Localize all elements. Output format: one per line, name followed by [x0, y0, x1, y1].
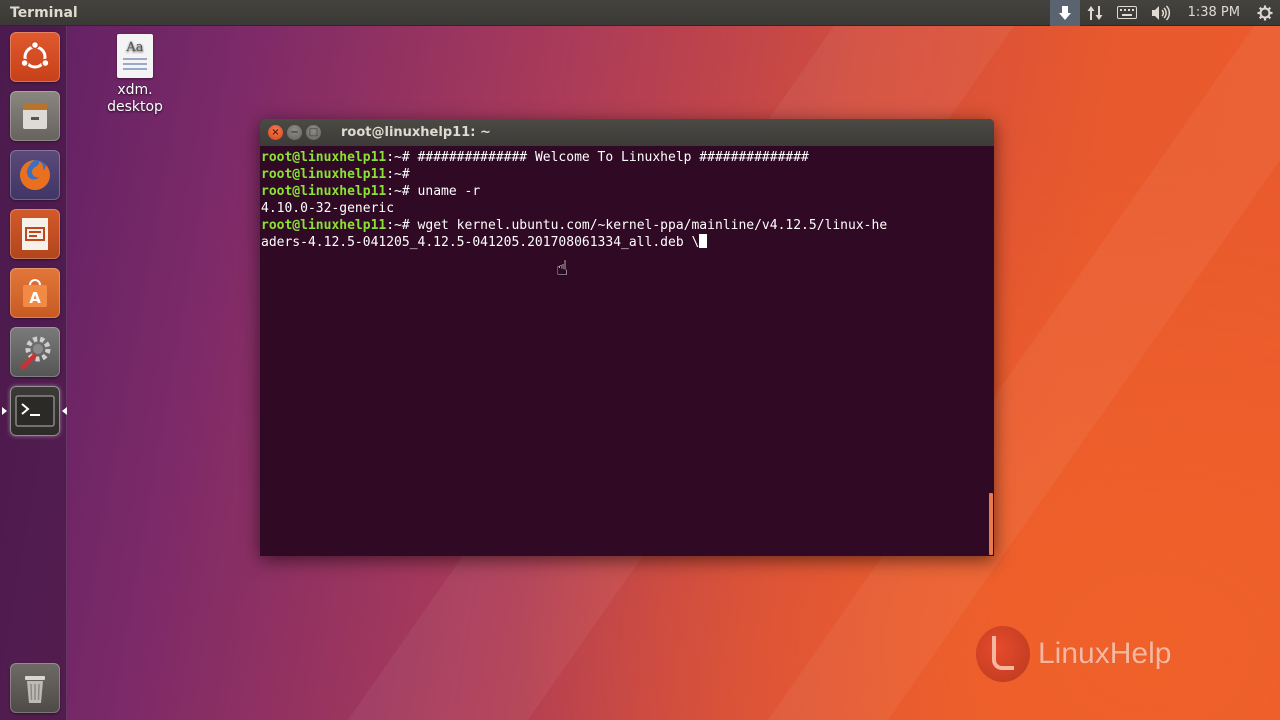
clock[interactable]: 1:38 PM: [1178, 0, 1250, 26]
launcher-focused-indicator: [62, 407, 67, 415]
terminal-window: × − □ root@linuxhelp11: ~ root@linuxhelp…: [260, 119, 994, 556]
launcher-trash[interactable]: [10, 663, 60, 713]
presentation-icon: [22, 218, 48, 250]
top-panel: Terminal 1:38 PM: [0, 0, 1280, 26]
launcher: A: [0, 26, 67, 720]
software-bag-icon: A: [23, 279, 47, 307]
file-cabinet-icon: [23, 103, 47, 129]
launcher-firefox[interactable]: [10, 150, 60, 200]
terminal-titlebar[interactable]: × − □ root@linuxhelp11: ~: [260, 119, 994, 146]
text-cursor: [699, 234, 708, 248]
launcher-system-settings[interactable]: [10, 327, 60, 377]
terminal-line: 4.10.0-32-generic: [261, 201, 395, 216]
linuxhelp-logo-icon: [976, 626, 1030, 682]
terminal-line: root@linuxhelp11:~# uname -r: [261, 184, 481, 199]
settings-gear-icon[interactable]: [1250, 0, 1280, 26]
trash-icon: [25, 676, 45, 703]
scrollbar-indicator[interactable]: [989, 493, 993, 555]
network-updown-icon[interactable]: [1080, 0, 1110, 26]
hand-pointer-icon: ☝: [556, 256, 569, 280]
svg-text:A: A: [29, 289, 41, 307]
indicator-area: 1:38 PM: [1049, 0, 1280, 26]
desktop-file-label-line2: desktop: [107, 99, 163, 115]
terminal-line: aders-4.12.5-041205_4.12.5-041205.201708…: [261, 234, 994, 251]
launcher-ubuntu-software[interactable]: A: [10, 268, 60, 318]
watermark-text: LinuxHelp: [1038, 637, 1172, 670]
launcher-terminal[interactable]: [10, 386, 60, 436]
terminal-line: root@linuxhelp11:~# ############## Welco…: [261, 150, 809, 165]
window-title: root@linuxhelp11: ~: [341, 125, 491, 140]
terminal-output[interactable]: root@linuxhelp11:~# ############## Welco…: [260, 146, 994, 251]
active-app-title: Terminal: [10, 4, 78, 21]
ubuntu-logo-icon: [20, 40, 50, 69]
terminal-icon: [15, 395, 55, 427]
launcher-files[interactable]: [10, 91, 60, 141]
desktop-file-xdm[interactable]: Aa xdm. desktop: [100, 34, 170, 116]
launcher-running-indicator: [2, 407, 7, 415]
firefox-icon: [20, 160, 50, 190]
launcher-libreoffice-impress[interactable]: [10, 209, 60, 259]
keyboard-icon[interactable]: [1110, 0, 1144, 26]
download-icon[interactable]: [1049, 0, 1080, 26]
volume-icon[interactable]: [1144, 0, 1178, 26]
minimize-window-button[interactable]: −: [287, 125, 302, 140]
desktop-file-label-line1: xdm.: [117, 82, 153, 98]
close-window-button[interactable]: ×: [268, 125, 283, 140]
linuxhelp-watermark: LinuxHelp: [976, 626, 1171, 682]
terminal-line: root@linuxhelp11:~# wget kernel.ubuntu.c…: [261, 218, 888, 233]
maximize-window-button[interactable]: □: [306, 125, 321, 140]
launcher-ubuntu-dash[interactable]: [10, 32, 60, 82]
text-document-icon: Aa: [117, 34, 153, 78]
wrench-gear-icon: [20, 336, 51, 370]
terminal-line: root@linuxhelp11:~#: [261, 167, 418, 182]
